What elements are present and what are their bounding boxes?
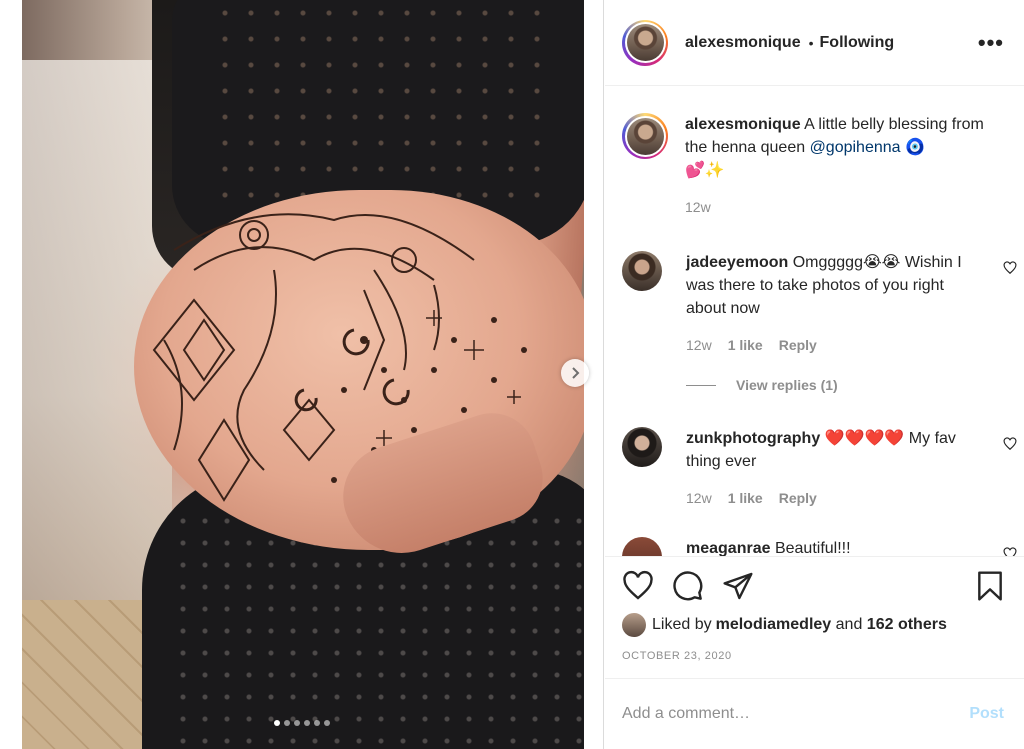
author-avatar-image [626, 24, 664, 61]
caption-avatar[interactable] [622, 113, 668, 159]
post-action-bar [605, 570, 1024, 606]
comment-likes[interactable]: 1 like [728, 337, 763, 353]
comment-item: meaganrae Beautiful!!! [622, 537, 1017, 557]
post-date[interactable]: OCTOBER 23, 2020 [622, 650, 732, 662]
comment-like-heart-icon[interactable] [1003, 547, 1017, 557]
add-comment-bar: Post [605, 678, 1024, 749]
caption-username[interactable]: alexesmonique [685, 116, 801, 133]
likes-summary: Liked by melodiamedley and 162 others [622, 613, 947, 637]
commenter-avatar[interactable] [622, 427, 662, 467]
comment-reply-button[interactable]: Reply [779, 490, 817, 506]
comment-item: zunkphotography ❤️❤️❤️❤️ My fav thing ev… [622, 427, 1017, 510]
post-comment-button[interactable]: Post [969, 705, 1004, 723]
post-header: alexesmonique • Following ••• [605, 0, 1024, 86]
comment-username[interactable]: zunkphotography [686, 430, 820, 447]
following-button[interactable]: Following [820, 34, 895, 52]
comment-icon[interactable] [672, 570, 704, 602]
chevron-right-icon [572, 367, 580, 379]
comment-like-heart-icon[interactable] [1003, 261, 1017, 275]
share-icon[interactable] [722, 570, 754, 602]
comment-item: jadeeyemoon Omggggg😭😭 Wishin I was there… [622, 251, 1017, 357]
author-avatar[interactable] [622, 19, 668, 66]
post-side-panel: alexesmonique • Following ••• alexesmoni… [605, 0, 1024, 749]
commenter-avatar[interactable] [622, 251, 662, 291]
comment-username[interactable]: meaganrae [686, 540, 771, 556]
author-username[interactable]: alexesmonique [685, 34, 801, 52]
caption-mention-link[interactable]: @gopihenna [810, 139, 901, 156]
post-photo [22, 0, 584, 749]
caption-emoji-line: 💕✨ [685, 162, 725, 179]
carousel-indicator [0, 720, 603, 726]
header-separator: • [808, 34, 814, 51]
carousel-dot [304, 720, 310, 726]
bookmark-icon[interactable] [974, 570, 1006, 602]
comment-reply-button[interactable]: Reply [779, 337, 817, 353]
comment-meta: 12w 1 like Reply [686, 487, 976, 510]
likes-others-link[interactable]: 162 others [867, 616, 947, 634]
comment-likes[interactable]: 1 like [728, 490, 763, 506]
comment-text: Beautiful!!! [770, 540, 851, 557]
post-media[interactable] [0, 0, 604, 749]
liker-username[interactable]: melodiamedley [716, 616, 832, 634]
carousel-next-button[interactable] [561, 359, 589, 387]
comment-time[interactable]: 12w [686, 337, 712, 353]
comment-input[interactable] [622, 705, 970, 723]
commenter-avatar[interactable] [622, 537, 662, 556]
caption-emoji: 🧿 [900, 139, 925, 156]
comment-time[interactable]: 12w [686, 490, 712, 506]
comment-username[interactable]: jadeeyemoon [686, 254, 788, 271]
more-options-icon[interactable]: ••• [978, 31, 1004, 53]
comment-like-heart-icon[interactable] [1003, 437, 1017, 451]
comments-list[interactable]: alexesmonique A little belly blessing fr… [605, 87, 1024, 557]
liker-avatar[interactable] [622, 613, 646, 637]
carousel-dot [314, 720, 320, 726]
carousel-dot [294, 720, 300, 726]
caption-time[interactable]: 12w [685, 196, 985, 219]
comment-meta: 12w 1 like Reply [686, 334, 976, 357]
post-caption: alexesmonique A little belly blessing fr… [622, 113, 1012, 219]
carousel-dot [324, 720, 330, 726]
carousel-dot [284, 720, 290, 726]
carousel-dot [274, 720, 280, 726]
heart-icon[interactable] [622, 570, 654, 602]
view-replies-button[interactable]: View replies (1) [686, 377, 838, 393]
